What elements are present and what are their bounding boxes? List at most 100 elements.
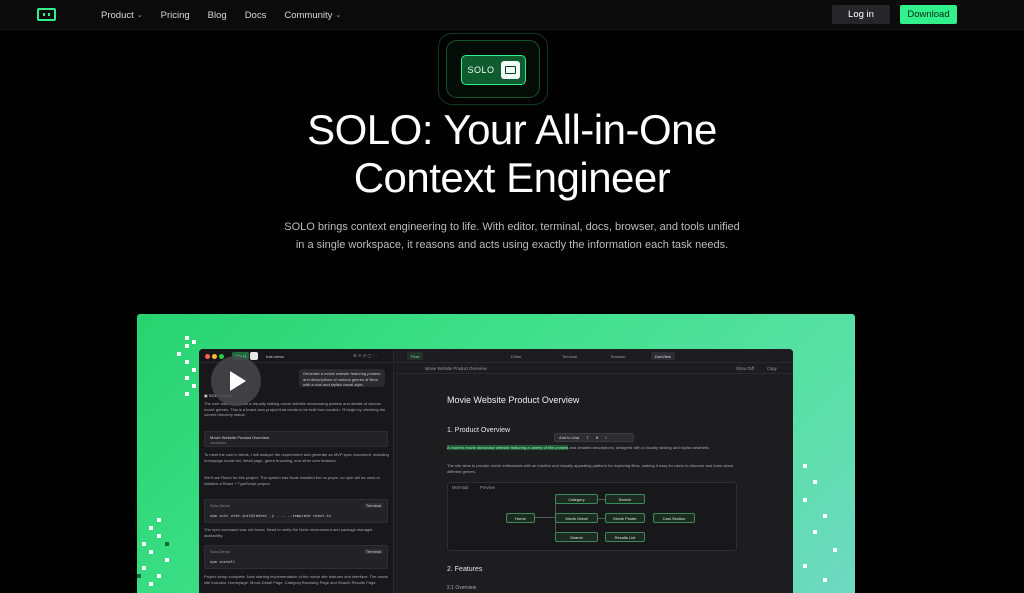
nav-pricing[interactable]: Pricing: [161, 10, 190, 21]
terminal-tag: Terminal: [363, 549, 383, 554]
tab-docview[interactable]: DocView: [651, 352, 675, 360]
pixel-decoration: [803, 464, 807, 468]
solo-badge: SOLO: [461, 55, 526, 85]
pixel-decoration: [185, 392, 189, 396]
robot-icon: [250, 352, 258, 360]
pixel-decoration: [833, 548, 837, 552]
pixel-decoration: [192, 340, 196, 344]
terminal-tag: Terminal: [363, 503, 383, 508]
assistant-message: The npm command was not found. Need to v…: [204, 527, 373, 538]
italic-button[interactable]: I: [605, 435, 606, 440]
terminal-card-label: Solo-Demo: [210, 503, 231, 508]
doc-panel: Flow Editor Terminal Browser DocView Mov…: [395, 349, 793, 593]
tab-browser[interactable]: Browser: [607, 352, 630, 360]
pixel-decoration: [823, 514, 827, 518]
pixel-decoration: [823, 578, 827, 582]
doc-paragraph: The site aims to provide movie enthusias…: [447, 463, 734, 474]
pixel-decoration: [803, 498, 807, 502]
pixel-decoration: [157, 534, 161, 538]
mermaid-diagram: Mermaid Preview Home Category Movie Deta…: [447, 482, 737, 551]
terminal-card[interactable]: Solo-Demo Terminal npm init vite-init@la…: [204, 499, 388, 523]
terminal-command: npm init vite-init@latest -y . -- --temp…: [210, 513, 332, 518]
doc-paragraph-rest: and detailed descriptions, designed with…: [568, 445, 711, 450]
diagram-tab-mermaid[interactable]: Mermaid: [452, 485, 468, 491]
format-toolbar: Add to chat T B I: [554, 433, 634, 442]
tab-terminal[interactable]: Terminal: [558, 352, 581, 360]
pixel-decoration: [813, 530, 817, 534]
node-results-list[interactable]: Results List: [605, 532, 645, 542]
assistant-message: Project setup complete. Now starting imp…: [204, 574, 389, 585]
toolbar-icons[interactable]: ⚙ ⊙ ◷ ▢ ⋯: [353, 353, 377, 359]
nav-community[interactable]: Community ⌄: [284, 10, 341, 21]
hero-title-line2: Context Engineer: [353, 154, 671, 201]
pixel-decoration: [165, 558, 169, 562]
hero-subtitle-line2: in a single workspace, it reasons and ac…: [295, 239, 729, 251]
pixel-decoration: [165, 542, 169, 546]
user-prompt-bubble: Generate a movie website featuring poste…: [299, 369, 385, 387]
login-button[interactable]: Log in: [832, 5, 890, 24]
nav-pricing-label: Pricing: [160, 9, 190, 21]
chevron-down-icon: ⌄: [136, 12, 143, 19]
play-video-icon[interactable]: [211, 356, 261, 406]
trae-logo-icon[interactable]: [37, 8, 56, 21]
node-category[interactable]: Category: [555, 494, 598, 504]
doc-bar: Movie Website Product Overview Show Diff…: [395, 364, 793, 374]
pixel-decoration: [149, 550, 153, 554]
pixel-decoration: [192, 368, 196, 372]
hero-subtitle: SOLO brings context engineering to life.…: [240, 218, 784, 254]
pixel-decoration: [157, 574, 161, 578]
assistant-message: To meet the user's needs, I will analyze…: [204, 452, 389, 463]
node-home[interactable]: Home: [506, 513, 535, 523]
terminal-card-label: Solo-Demo: [210, 549, 231, 554]
text-style-button[interactable]: T: [586, 435, 588, 440]
doc-paragraph: A modern movie showcase website featurin…: [447, 445, 737, 451]
nav-blog-label: Blog: [207, 9, 227, 21]
copy-button[interactable]: Copy: [767, 366, 777, 372]
doc-filename: Movie Website Product Overview: [425, 366, 487, 371]
terminal-card[interactable]: Solo-Demo Terminal npm install: [204, 545, 388, 569]
solo-badge-label: SOLO: [467, 65, 495, 75]
pixel-decoration: [149, 582, 153, 586]
hero-title: SOLO: Your All-in-One Context Engineer: [0, 106, 1024, 202]
node-search[interactable]: Search: [555, 532, 598, 542]
pixel-decoration: [192, 384, 196, 388]
pixel-decoration: [142, 542, 146, 546]
node-movie-detail[interactable]: Movie Detail: [555, 513, 598, 523]
terminal-command: npm install: [210, 559, 236, 564]
node-search-2[interactable]: Search: [605, 494, 645, 504]
doc-card[interactable]: Movie Website Product Overview markdown: [204, 431, 388, 447]
close-window-icon[interactable]: [205, 354, 210, 359]
pixel-decoration: [185, 376, 189, 380]
doc-heading: Movie Website Product Overview: [447, 395, 580, 405]
minimize-window-icon[interactable]: [212, 354, 217, 359]
solo-robot-icon: [501, 61, 520, 79]
add-to-chat-button[interactable]: Add to chat: [559, 435, 579, 440]
node-cast-section[interactable]: Cast Section: [653, 513, 695, 523]
pixel-decoration: [185, 336, 189, 340]
pixel-decoration: [185, 360, 189, 364]
download-button[interactable]: Download: [900, 5, 957, 24]
pixel-decoration: [185, 344, 189, 348]
nav-product-label: Product: [101, 9, 134, 21]
pixel-decoration: [137, 574, 141, 578]
project-name[interactable]: trae-demo: [263, 352, 287, 360]
pixel-decoration: [149, 526, 153, 530]
bold-button[interactable]: B: [596, 435, 599, 440]
tab-flow[interactable]: Flow: [407, 352, 424, 360]
pixel-decoration: [177, 352, 181, 356]
doc-panel-tabs: Flow Editor Terminal Browser DocView: [395, 349, 793, 363]
nav-docs[interactable]: Docs: [245, 10, 267, 21]
app-window: SOLO trae-demo ⚙ ⊙ ◷ ▢ ⋯ Generate a movi…: [199, 349, 793, 593]
assistant-message: We'll use React for this project. The sy…: [204, 475, 380, 486]
diagram-tab-preview[interactable]: Preview: [480, 485, 495, 491]
show-diff-toggle[interactable]: Show Diff: [736, 366, 754, 372]
nav-community-label: Community: [284, 9, 333, 21]
tab-editor[interactable]: Editor: [507, 352, 525, 360]
highlighted-text[interactable]: A modern movie showcase website featurin…: [447, 445, 569, 450]
pixel-decoration: [157, 518, 161, 522]
nav-product[interactable]: Product ⌄: [101, 10, 143, 21]
pixel-decoration: [813, 480, 817, 484]
node-movie-poster[interactable]: Movie Poster: [605, 513, 645, 523]
nav-blog[interactable]: Blog: [208, 10, 227, 21]
doc-card-title: Movie Website Product Overview: [210, 435, 269, 440]
